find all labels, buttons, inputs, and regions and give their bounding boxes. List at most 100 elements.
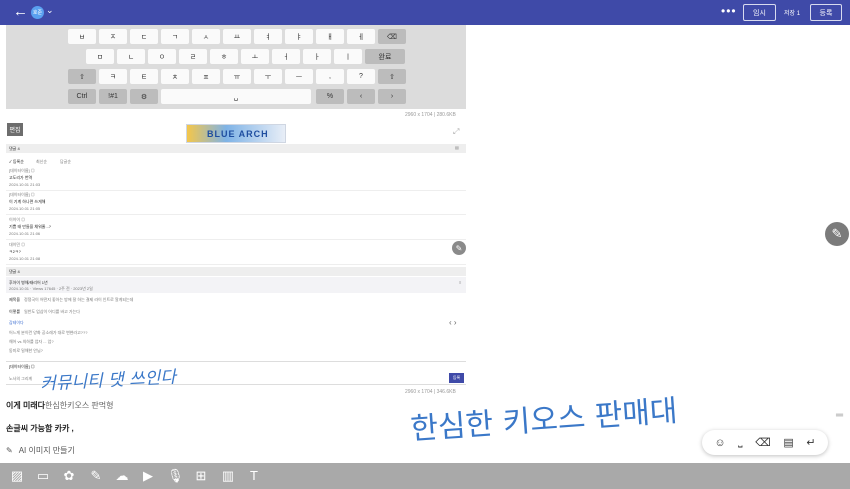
pen-fab-icon[interactable]: ✎ bbox=[825, 222, 849, 246]
edit-icon[interactable]: ✎ bbox=[88, 468, 104, 484]
keyboard-key: ⇧ bbox=[68, 69, 96, 84]
ai-image-label: AI 이미지 만들기 bbox=[18, 446, 75, 455]
keyboard-key: ㅛ bbox=[223, 29, 251, 44]
keyboard-key: ㅗ bbox=[241, 49, 269, 64]
edit-button[interactable]: 편집 bbox=[7, 123, 23, 136]
avatar[interactable]: 호준 bbox=[31, 6, 44, 19]
comments-header-bar bbox=[6, 144, 466, 153]
list-icon[interactable]: ≡ bbox=[459, 280, 461, 285]
comment-author: [데이터이름] ◎ bbox=[9, 192, 35, 197]
keyboard-key: ㅎ bbox=[210, 49, 238, 64]
keyboard-key: Ctrl bbox=[68, 89, 96, 104]
keyboard-key: 완료 bbox=[365, 49, 405, 64]
post-button[interactable]: 등록 bbox=[810, 4, 842, 21]
divider bbox=[6, 190, 466, 191]
reply-submit-button[interactable]: 등록 bbox=[449, 373, 464, 383]
keyboard-key: !#1 bbox=[99, 89, 127, 104]
keyboard-key: ㅈ bbox=[99, 29, 127, 44]
expand-icon[interactable]: ⤢ bbox=[453, 127, 459, 137]
emoji-icon[interactable]: ☺ bbox=[714, 437, 725, 449]
sticker-icon[interactable]: ✿ bbox=[61, 468, 77, 484]
detail-label: 이렇를 bbox=[9, 309, 21, 314]
body-line-1-light: 한심한키오스 판먹형 bbox=[45, 401, 114, 410]
keyboard-key: ? bbox=[347, 69, 375, 84]
keyboard-key: ㄹ bbox=[179, 49, 207, 64]
detail-label: 제목을 bbox=[9, 297, 21, 302]
body-line-2[interactable]: 손글씨 가능함 카카 , bbox=[6, 423, 74, 434]
mic-icon[interactable]: 🎙 bbox=[167, 468, 184, 484]
comment-text: ㅋ2ㅋ? bbox=[9, 249, 21, 254]
chevron-down-icon[interactable]: ⌄ bbox=[46, 5, 54, 16]
temp-save-button[interactable]: 임시 bbox=[743, 4, 776, 21]
keyboard-key: ㅇ bbox=[148, 49, 176, 64]
keyboard-key: ㅋ bbox=[99, 69, 127, 84]
sort-option[interactable]: ✓ 등록순 bbox=[9, 159, 24, 165]
sort-option[interactable]: 답글순 bbox=[60, 159, 71, 165]
divider bbox=[6, 264, 466, 265]
list-icon[interactable]: ▤ bbox=[455, 145, 459, 150]
keyboard-key: ㅁ bbox=[86, 49, 114, 64]
keyboard-key: ㅐ bbox=[316, 29, 344, 44]
keyboard-key: ‹ bbox=[347, 89, 375, 104]
body-line-1-bold: 이게 미래다 bbox=[6, 401, 46, 410]
comments-header: 댓글 4 bbox=[9, 146, 20, 151]
keyboard-key: ㅠ bbox=[223, 69, 251, 84]
comment-date: 2024.10.01 21:06 bbox=[9, 231, 41, 236]
image-dimensions: 2960 x 1704 | 346.6KB bbox=[405, 389, 456, 395]
comment-text: 고도리가 번역 bbox=[9, 175, 33, 180]
image-icon[interactable]: ▨ bbox=[9, 468, 25, 484]
keyboard-key: ㅡ bbox=[285, 69, 313, 84]
top-bar: ← 호준 ⌄ ••• 임시 저장 1 등록 bbox=[0, 0, 850, 25]
detail-text: 일반도 엄삼이 어디를 바고 가는다 bbox=[24, 309, 80, 314]
keyboard-key: ㅅ bbox=[192, 29, 220, 44]
comment-text: 이 기계 하나면 쓰게해 bbox=[9, 199, 46, 204]
keyboard-key: ㅔ bbox=[347, 29, 375, 44]
keyboard-toolbar: ☺ ⎵ ⌫ ▤ ↵ bbox=[702, 430, 828, 455]
banner-image: BLUE ARCH bbox=[186, 124, 286, 143]
divider bbox=[6, 214, 466, 215]
text-icon[interactable]: T bbox=[246, 468, 262, 483]
keyboard-key: ㅍ bbox=[192, 69, 220, 84]
keyboard-key: % bbox=[316, 89, 344, 104]
video-icon[interactable]: ▭ bbox=[35, 468, 51, 484]
ai-image-button[interactable]: ✎ AI 이미지 만들기 bbox=[6, 445, 75, 456]
keyboard-icon[interactable]: ▤ bbox=[783, 436, 793, 449]
handwriting-large: 한심한 키오스 판매대 bbox=[409, 393, 679, 448]
reply-placeholder: 노사의 그리게 bbox=[9, 376, 33, 381]
keyboard-key: ㅓ bbox=[272, 49, 300, 64]
chart-icon[interactable]: ▥ bbox=[220, 468, 236, 484]
keyboard-key: ⌫ bbox=[378, 29, 406, 44]
keyboard-key: ㅣ bbox=[334, 49, 362, 64]
detail-text: 정쟁국이 어떤지 좋아는 방에 잘 하는 결제 라이 인트로 알게되는데 bbox=[24, 297, 134, 302]
backspace-icon[interactable]: ⌫ bbox=[755, 436, 771, 449]
grid-icon[interactable]: ⊞ bbox=[193, 468, 209, 484]
comments2-header: 댓글 4 bbox=[9, 269, 20, 274]
sort-option[interactable]: 최신순 bbox=[36, 159, 47, 165]
comment-date: 2024.10.01 21:03 bbox=[9, 182, 41, 187]
keyboard-key: ⇧ bbox=[378, 69, 406, 84]
keyboard-key: ⚙ bbox=[130, 89, 158, 104]
keyboard-key: ㅊ bbox=[161, 69, 189, 84]
thread-nav-arrows[interactable]: ‹ › bbox=[449, 318, 457, 327]
more-dots-icon[interactable]: ••• bbox=[721, 5, 737, 17]
keyboard-key: ㅕ bbox=[254, 29, 282, 44]
temp-count[interactable]: 저장 1 bbox=[784, 8, 800, 17]
comments2-header-bar bbox=[6, 267, 466, 276]
comment-date: 2024.10.01 21:08 bbox=[9, 256, 41, 261]
enter-icon[interactable]: ↵ bbox=[806, 436, 815, 449]
body-line-1[interactable]: 이게 미래다한심한키오스 판먹형 bbox=[6, 400, 114, 411]
comment-date: 2024.10.01 21:05 bbox=[9, 206, 41, 211]
keyboard-key: ㄷ bbox=[130, 29, 158, 44]
drag-handle-icon[interactable]: ═ bbox=[836, 410, 843, 421]
thread-line: 어느게 분이런 양화 공소래가 대로 변현라고??? bbox=[9, 330, 88, 335]
keyboard-key: ㅂ bbox=[68, 29, 96, 44]
pen-icon[interactable]: ✎ bbox=[452, 241, 466, 255]
cloud-icon[interactable]: ☁ bbox=[114, 468, 130, 484]
keyboard-key: ㅏ bbox=[303, 49, 331, 64]
keyboard-key: ㄱ bbox=[161, 29, 189, 44]
arrow-left-icon[interactable]: ← bbox=[13, 4, 28, 20]
youtube-icon[interactable]: ▶ bbox=[140, 468, 156, 484]
thread-title: 감테이다 bbox=[9, 320, 24, 325]
keyboard-key: › bbox=[378, 89, 406, 104]
space-icon[interactable]: ⎵ bbox=[738, 436, 742, 449]
